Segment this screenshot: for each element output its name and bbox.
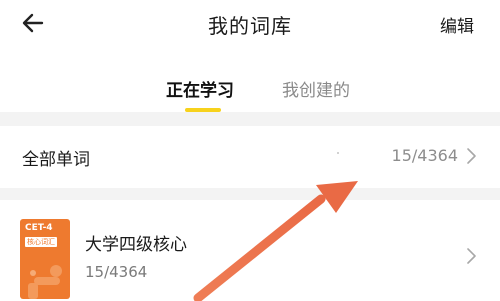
section-divider <box>0 188 500 200</box>
cover-level-label: CET-4 <box>25 223 53 233</box>
word-library-screen: 我的词库 编辑 正在学习 我创建的 全部单词 15/4364 CET-4 核心词… <box>0 0 500 301</box>
stray-dot <box>337 152 339 154</box>
chevron-right-icon <box>467 248 476 264</box>
all-words-count: 15/4364 <box>391 146 458 165</box>
cover-illustration-icon <box>28 265 62 299</box>
page-title: 我的词库 <box>208 14 292 38</box>
tab-bar: 正在学习 我创建的 <box>0 70 500 112</box>
book-cover: CET-4 核心词汇 <box>20 219 70 299</box>
book-title: 大学四级核心 <box>85 235 187 255</box>
word-book-item[interactable]: CET-4 核心词汇 大学四级核心 15/4364 <box>0 200 500 301</box>
section-divider <box>0 112 500 126</box>
edit-button[interactable]: 编辑 <box>440 12 474 37</box>
all-words-row[interactable]: 全部单词 15/4364 <box>0 126 500 188</box>
tab-created[interactable]: 我创建的 <box>282 76 350 101</box>
chevron-right-icon <box>467 148 476 164</box>
tab-learning[interactable]: 正在学习 <box>166 76 234 101</box>
top-app-bar: 我的词库 编辑 <box>0 0 500 44</box>
all-words-label: 全部单词 <box>22 150 90 170</box>
book-progress: 15/4364 <box>85 263 148 281</box>
cover-tag-label: 核心词汇 <box>25 237 57 247</box>
